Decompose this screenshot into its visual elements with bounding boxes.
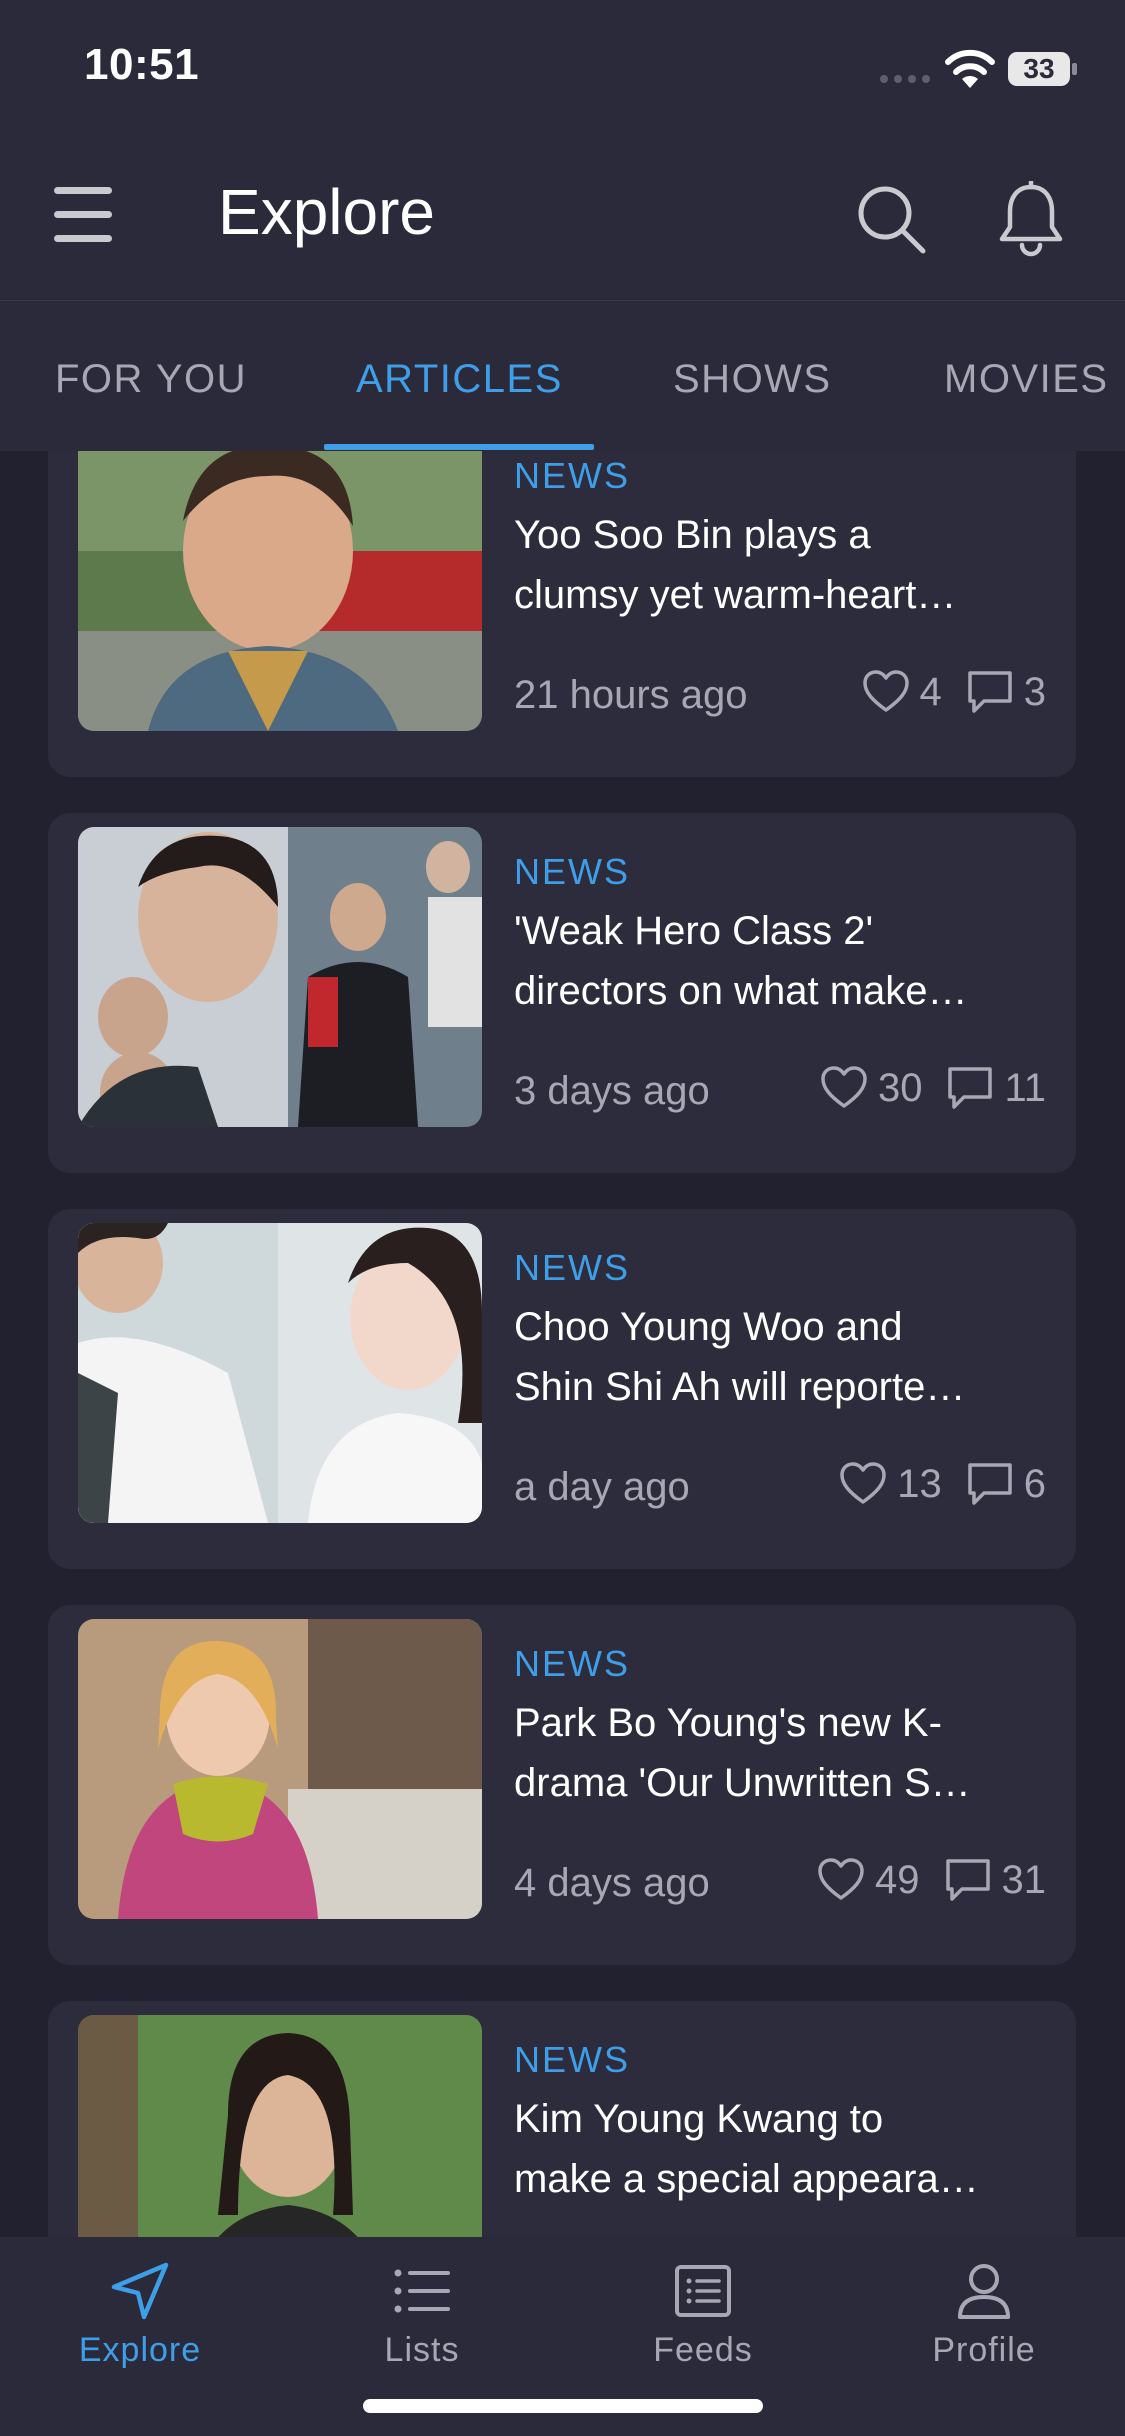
nav-label: Profile <box>932 2331 1036 2369</box>
article-time: 3 days ago <box>514 1069 710 1113</box>
list-icon <box>394 2269 450 2313</box>
heart-icon[interactable] <box>817 1858 865 1902</box>
article-thumbnail <box>78 451 482 731</box>
like-count: 49 <box>875 1857 920 1902</box>
article-category: NEWS <box>514 1643 630 1684</box>
heart-icon[interactable] <box>862 670 910 714</box>
article-thumbnail <box>78 1619 482 1919</box>
article-thumbnail <box>78 2015 482 2237</box>
article-card[interactable]: NEWS Park Bo Young's new K- drama 'Our U… <box>48 1605 1076 1965</box>
article-category: NEWS <box>514 1247 630 1288</box>
page-title: Explore <box>218 176 435 248</box>
tab-for-you[interactable]: FOR YOU <box>55 357 247 402</box>
app-header: Explore <box>0 135 1125 301</box>
battery-level: 33 <box>1023 53 1055 84</box>
article-category: NEWS <box>514 455 630 496</box>
comment-count: 6 <box>1023 1461 1046 1506</box>
article-list[interactable]: NEWS Yoo Soo Bin plays a clumsy yet warm… <box>0 451 1125 2237</box>
nav-feeds[interactable]: Feeds <box>593 2261 813 2370</box>
status-bar: 10:51 33 <box>0 0 1125 135</box>
comment-count: 3 <box>1023 669 1046 714</box>
heart-icon[interactable] <box>839 1462 887 1506</box>
menu-button[interactable] <box>54 187 114 243</box>
tab-shows[interactable]: SHOWS <box>673 357 832 402</box>
wifi-icon <box>945 49 995 88</box>
cellular-signal-icon <box>880 75 930 83</box>
like-count: 30 <box>877 1065 923 1110</box>
comment-icon[interactable] <box>966 669 1014 715</box>
like-count: 13 <box>897 1461 942 1506</box>
article-title: Yoo Soo Bin plays a clumsy yet warm-hear… <box>514 513 957 617</box>
status-time: 10:51 <box>84 40 200 89</box>
nav-label: Explore <box>78 2331 202 2369</box>
like-count: 4 <box>919 669 942 714</box>
article-title: Park Bo Young's new K- drama 'Our Unwrit… <box>514 1701 971 1805</box>
article-time: a day ago <box>514 1465 690 1509</box>
search-icon[interactable] <box>855 183 927 255</box>
tab-movies[interactable]: MOVIES <box>944 357 1109 402</box>
article-title: Kim Young Kwang to make a special appear… <box>514 2097 979 2201</box>
feed-icon <box>675 2265 731 2317</box>
article-thumbnail <box>78 1223 482 1523</box>
article-card[interactable]: NEWS Choo Young Woo and Shin Shi Ah will… <box>48 1209 1076 1569</box>
comment-icon[interactable] <box>966 1461 1014 1507</box>
nav-label: Feeds <box>653 2331 753 2369</box>
article-category: NEWS <box>514 851 630 892</box>
active-tab-indicator <box>324 444 594 450</box>
heart-icon[interactable] <box>820 1066 868 1110</box>
battery-icon: 33 <box>1008 52 1078 86</box>
article-card[interactable]: NEWS Kim Young Kwang to make a special a… <box>48 2001 1076 2237</box>
article-stats: 4 3 <box>862 669 1046 715</box>
article-category: NEWS <box>514 2039 630 2080</box>
nav-explore[interactable]: Explore <box>30 2261 250 2370</box>
article-card[interactable]: NEWS 'Weak Hero Class 2' directors on wh… <box>48 813 1076 1173</box>
comment-icon[interactable] <box>944 1857 992 1903</box>
comment-count: 31 <box>1001 1857 1047 1902</box>
navigation-arrow-icon <box>111 2262 169 2320</box>
nav-lists[interactable]: Lists <box>312 2261 532 2370</box>
user-icon <box>958 2264 1010 2319</box>
nav-label: Lists <box>384 2331 460 2369</box>
article-title: 'Weak Hero Class 2' directors on what ma… <box>514 909 968 1013</box>
article-title: Choo Young Woo and Shin Shi Ah will repo… <box>514 1305 966 1409</box>
article-stats: 49 31 <box>817 1857 1046 1903</box>
article-time: 21 hours ago <box>514 673 748 717</box>
notification-bell-icon[interactable] <box>998 181 1064 257</box>
article-stats: 30 11 <box>820 1065 1046 1111</box>
home-indicator[interactable] <box>363 2399 763 2413</box>
article-thumbnail <box>78 827 482 1127</box>
category-tabs: FOR YOU ARTICLES SHOWS MOVIES <box>0 301 1125 451</box>
article-card[interactable]: NEWS Yoo Soo Bin plays a clumsy yet warm… <box>48 451 1076 777</box>
nav-profile[interactable]: Profile <box>874 2261 1094 2370</box>
comment-count: 11 <box>1004 1065 1046 1110</box>
article-stats: 13 6 <box>839 1461 1046 1507</box>
comment-icon[interactable] <box>946 1065 994 1111</box>
article-time: 4 days ago <box>514 1861 710 1905</box>
tab-articles[interactable]: ARTICLES <box>356 357 563 402</box>
